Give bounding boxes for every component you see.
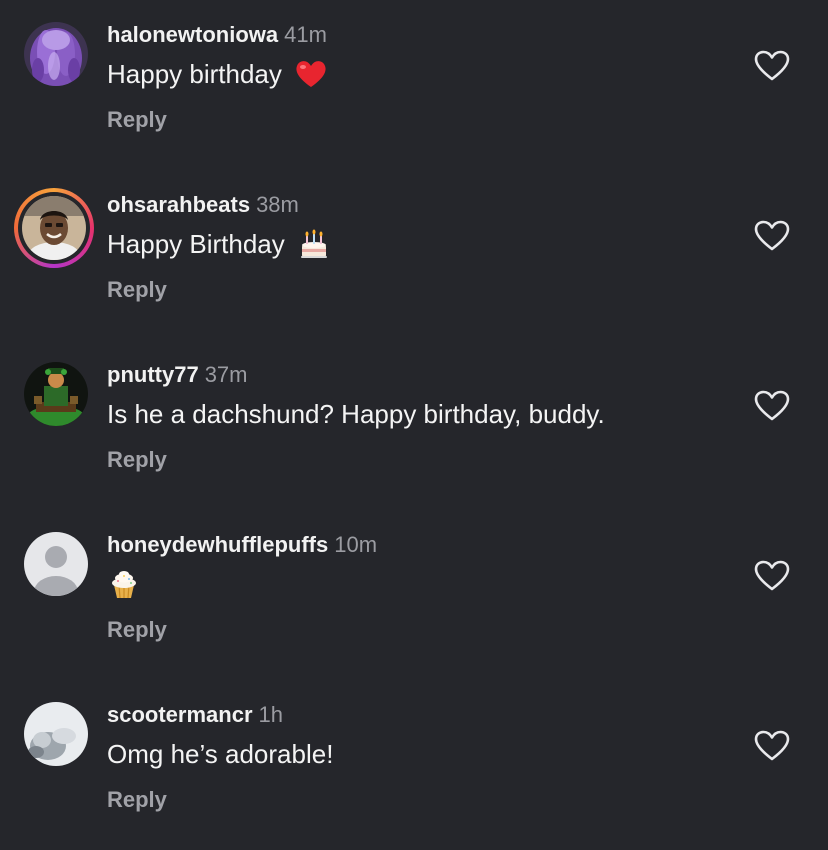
comment-meta: scootermancr 1h (107, 702, 283, 728)
timestamp: 37m (204, 362, 248, 387)
avatar[interactable] (24, 702, 88, 766)
avatar[interactable] (24, 22, 88, 86)
like-heart-icon[interactable] (754, 730, 790, 762)
comment-meta: halonewtoniowa 41m (107, 22, 327, 48)
comment-body: Happy Birthday (107, 229, 285, 259)
comment-meta: honeydewhufflepuffs 10m (107, 532, 377, 558)
username[interactable]: ohsarahbeats (107, 192, 250, 217)
comment-text: Is he a dachshund? Happy birthday, buddy… (107, 397, 605, 431)
story-ring (18, 192, 90, 264)
comment-body: Happy birthday (107, 59, 282, 89)
comment-text: Happy Birthday (107, 227, 331, 261)
cupcake-icon (107, 567, 141, 601)
person-photo-avatar-icon (22, 196, 86, 260)
comment-text (107, 567, 141, 601)
comment-item: pnutty77 37m Is he a dachshund? Happy bir… (0, 340, 828, 510)
like-heart-icon[interactable] (754, 390, 790, 422)
avatar[interactable] (24, 362, 88, 426)
comment-item: halonewtoniowa 41m Happy birthday Reply (0, 0, 828, 170)
reply-button[interactable]: Reply (107, 107, 167, 133)
comment-item: honeydewhufflepuffs 10m Reply (0, 510, 828, 680)
blurred-photo-avatar-icon (24, 702, 88, 766)
green-figure-avatar-icon (24, 362, 88, 426)
reply-button[interactable]: Reply (107, 277, 167, 303)
comment-text: Omg he’s adorable! (107, 737, 333, 771)
default-person-avatar-icon (24, 532, 88, 596)
comment-meta: ohsarahbeats 38m (107, 192, 299, 218)
reply-button[interactable]: Reply (107, 787, 167, 813)
comment-body: Is he a dachshund? Happy birthday, buddy… (107, 399, 605, 429)
like-heart-icon[interactable] (754, 560, 790, 592)
username[interactable]: scootermancr (107, 702, 253, 727)
username[interactable]: halonewtoniowa (107, 22, 278, 47)
comment-meta: pnutty77 37m (107, 362, 247, 388)
timestamp: 1h (258, 702, 283, 727)
like-heart-icon[interactable] (754, 220, 790, 252)
reply-button[interactable]: Reply (107, 447, 167, 473)
comment-body: Omg he’s adorable! (107, 739, 334, 769)
birthday-cake-icon (297, 227, 331, 261)
avatar[interactable] (14, 188, 94, 268)
reply-button[interactable]: Reply (107, 617, 167, 643)
comment-text: Happy birthday (107, 57, 328, 91)
username[interactable]: pnutty77 (107, 362, 199, 387)
comment-list: halonewtoniowa41m Happy birthday Reply (0, 0, 828, 827)
timestamp: 10m (334, 532, 378, 557)
purple-hair-avatar-icon (24, 22, 88, 86)
avatar[interactable] (24, 532, 88, 596)
like-heart-icon[interactable] (754, 50, 790, 82)
timestamp: 38m (256, 192, 299, 217)
red-heart-icon (294, 57, 328, 91)
username[interactable]: honeydewhufflepuffs (107, 532, 328, 557)
timestamp: 41m (284, 22, 327, 47)
comment-item: ohsarahbeats 38m Happy Birthday Reply (0, 170, 828, 340)
comment-item: scootermancr 1h Omg he’s adorable! Reply (0, 680, 828, 850)
